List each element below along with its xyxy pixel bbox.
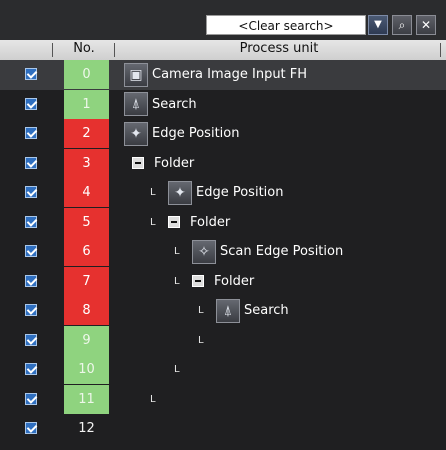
enable-checkbox[interactable] (25, 215, 37, 228)
enable-checkbox[interactable] (25, 68, 37, 80)
unit-number: 2 (64, 119, 109, 148)
search-input[interactable]: <Clear search> (206, 15, 366, 35)
enable-checkbox[interactable] (25, 422, 37, 434)
chevron-down-icon: ▼ (374, 19, 382, 30)
tree-connector: L (150, 187, 156, 198)
process-unit[interactable]: L ✦ Edge Position (150, 178, 283, 207)
tree-connector: L (150, 216, 156, 228)
unit-number: 8 (64, 296, 109, 325)
column-divider[interactable] (440, 43, 441, 57)
search-icon: ⍋ (124, 92, 148, 116)
list-item[interactable]: 12 (0, 414, 446, 444)
unit-number: 5 (64, 207, 109, 237)
unit-number: 4 (64, 178, 109, 207)
tree-connector: L (150, 393, 156, 405)
camera-icon: ▣ (124, 62, 148, 87)
enable-checkbox[interactable] (25, 156, 37, 169)
process-unit[interactable]: L ⍋ Search (198, 296, 289, 325)
column-header: No. Process unit (0, 40, 446, 60)
collapse-folder-icon[interactable] (168, 216, 180, 228)
tree-connector: L (174, 246, 180, 257)
clear-search-button[interactable]: ✕ (416, 15, 436, 35)
process-unit-list: 0 ▣ Camera Image Input FH 1 ⍋ Search 2 ✦ Edge Po… (0, 60, 446, 444)
close-icon: ✕ (420, 18, 432, 32)
search-button[interactable]: ⌕ (392, 15, 412, 35)
tree-connector: L (198, 305, 204, 316)
list-item[interactable]: 5 L Folder (0, 207, 446, 238)
column-divider[interactable] (114, 43, 115, 57)
process-unit[interactable]: L (174, 355, 192, 384)
edge-icon: ✦ (124, 121, 148, 146)
enable-checkbox[interactable] (25, 363, 37, 375)
unit-number: 12 (78, 421, 95, 436)
unit-label: Edge Position (152, 126, 240, 141)
tree-connector: L (174, 364, 180, 375)
process-unit[interactable]: ▣ Camera Image Input FH (124, 60, 307, 89)
process-unit[interactable]: L ✧ Scan Edge Position (174, 237, 343, 266)
unit-number: 1 (64, 89, 109, 119)
unit-number: 7 (64, 266, 109, 296)
enable-checkbox[interactable] (25, 97, 37, 110)
unit-number: 6 (64, 237, 109, 266)
enable-checkbox[interactable] (25, 186, 37, 198)
unit-label: Search (152, 96, 197, 112)
list-item[interactable]: 3 Folder (0, 148, 446, 179)
list-item[interactable]: 9L (0, 325, 446, 356)
process-unit[interactable]: ✦ Edge Position (124, 119, 239, 148)
collapse-folder-icon[interactable] (192, 275, 204, 287)
list-item[interactable]: 0 ▣ Camera Image Input FH (0, 60, 446, 90)
process-unit[interactable]: Folder (132, 149, 194, 178)
column-header-process-unit[interactable]: Process unit (120, 41, 438, 56)
list-item[interactable]: 8 L ⍋ Search (0, 296, 446, 326)
unit-label: Camera Image Input FH (152, 67, 308, 82)
tree-connector: L (174, 275, 180, 287)
unit-number: 0 (64, 60, 109, 89)
list-item[interactable]: 1 ⍋ Search (0, 89, 446, 120)
collapse-folder-icon[interactable] (132, 157, 144, 169)
unit-label: Folder (154, 155, 195, 171)
process-unit[interactable]: L (198, 326, 216, 355)
list-item[interactable]: 6 L ✧ Scan Edge Position (0, 237, 446, 267)
list-item[interactable]: 11 L (0, 384, 446, 415)
unit-number: 3 (64, 148, 109, 178)
enable-checkbox[interactable] (25, 392, 37, 405)
enable-checkbox[interactable] (25, 333, 37, 346)
list-item[interactable]: 4 L ✦ Edge Position (0, 178, 446, 208)
unit-label: Folder (214, 273, 255, 289)
enable-checkbox[interactable] (25, 127, 37, 139)
unit-label: Scan Edge Position (220, 244, 344, 259)
tree-connector: L (198, 334, 204, 346)
process-unit[interactable]: L Folder (150, 208, 230, 237)
unit-number: 11 (64, 384, 109, 414)
unit-label: Edge Position (196, 185, 284, 200)
column-header-no[interactable]: No. (64, 41, 104, 56)
enable-checkbox[interactable] (25, 274, 37, 287)
unit-label: Search (244, 303, 289, 318)
scan-edge-icon: ✧ (192, 239, 216, 264)
search-icon: ⌕ (398, 18, 406, 32)
unit-label: Folder (190, 214, 231, 230)
unit-number: 10 (64, 355, 109, 384)
search-icon: ⍋ (216, 298, 240, 323)
flow-panel: <Clear search> ▼ ⌕ ✕ No. Process unit 0 ▣… (0, 0, 446, 450)
unit-number: 9 (64, 325, 109, 355)
search-toolbar: <Clear search> ▼ ⌕ ✕ (0, 0, 446, 40)
process-unit[interactable]: L (150, 385, 168, 414)
list-item[interactable]: 7 L Folder (0, 266, 446, 297)
enable-checkbox[interactable] (25, 245, 37, 257)
edge-icon: ✦ (168, 180, 192, 205)
column-divider[interactable] (52, 43, 53, 57)
process-unit[interactable]: L Folder (174, 267, 254, 296)
enable-checkbox[interactable] (25, 304, 37, 316)
search-dropdown-button[interactable]: ▼ (368, 15, 388, 35)
list-item[interactable]: 10 L (0, 355, 446, 385)
list-item[interactable]: 2 ✦ Edge Position (0, 119, 446, 149)
process-unit[interactable]: ⍋ Search (124, 90, 197, 119)
